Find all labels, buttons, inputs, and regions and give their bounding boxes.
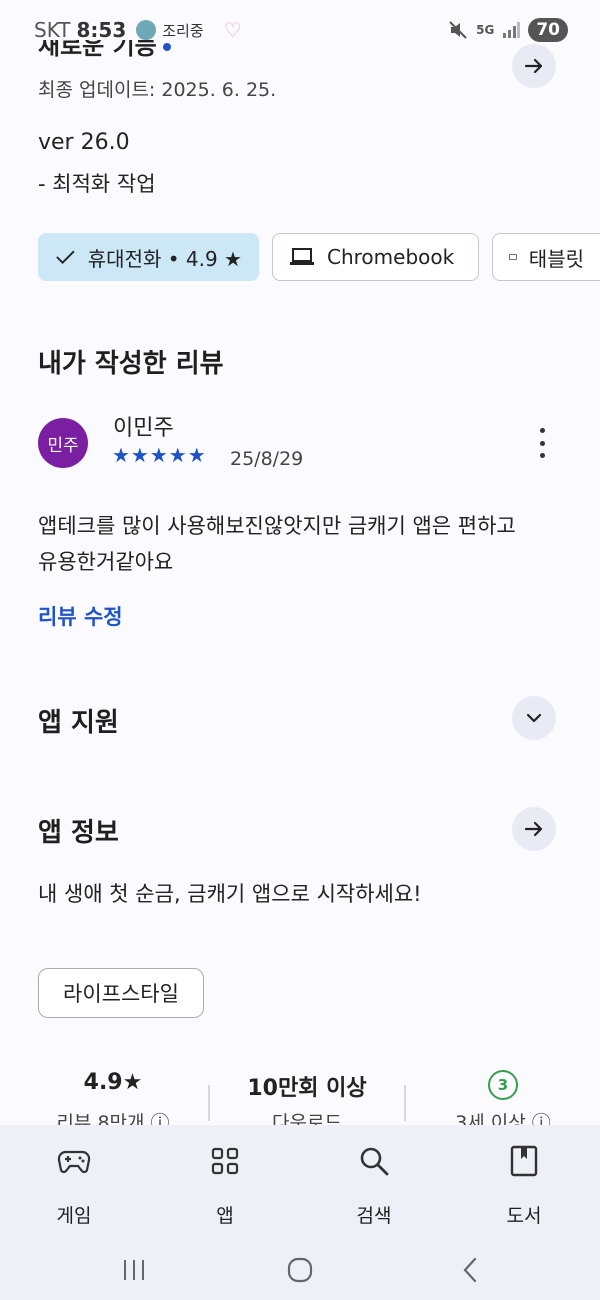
arrow-right-icon [524,821,543,837]
my-review-title: 내가 작성한 리뷰 [38,349,224,379]
chip-phone-label: 휴대전화 • 4.9 ★ [87,246,242,271]
nav-games[interactable]: 게임 [24,1137,124,1228]
cooking-status-text: 조리중 [162,21,204,40]
gamepad-icon [57,1150,91,1174]
laptop-icon [290,248,314,265]
stat-downloads-value: 10만회 이상 [247,1076,367,1101]
app-support-title: 앱 지원 [38,708,119,738]
arrow-right-icon [524,58,543,74]
edit-review-link[interactable]: 리뷰 수정 [38,601,123,631]
stat-age-rating[interactable]: 3 3세 이상 ⓘ [418,1070,588,1128]
avatar: 민주 [38,418,88,468]
recent-apps-icon [124,1260,144,1280]
tablet-icon [509,254,517,260]
chevron-down-icon [526,713,542,723]
app-description: 내 생애 첫 순금, 금캐기 앱으로 시작하세요! [38,882,422,906]
version-note: - 최적화 작업 [38,172,156,196]
apps-grid-icon [211,1147,239,1175]
recent-apps-button[interactable] [110,1250,158,1290]
more-options-icon[interactable] [530,428,554,458]
nav-search-label: 검색 [356,1205,392,1227]
bottom-navigation: 게임 앱 검색 도서 [0,1125,600,1300]
stat-downloads: 10만회 이상 다운로드 [222,1070,392,1128]
version-text: ver 26.0 [38,130,130,155]
stat-divider [404,1085,406,1121]
system-navigation-bar [0,1250,600,1290]
star-rating: ★★★★★ [112,443,207,467]
heart-icon: ♡ [223,18,242,42]
nav-books[interactable]: 도서 [474,1137,574,1228]
battery-level: 70 [528,18,568,42]
age-rating-badge: 3 [488,1070,518,1100]
review-text: 앱테크를 많이 사용해보진않앗지만 금캐기 앱은 편하고 유용한거같아요 [38,514,516,574]
nav-books-label: 도서 [506,1205,542,1227]
whats-new-title: 새로운 기능 [38,40,171,64]
search-icon [360,1147,389,1176]
whats-new-arrow-button[interactable] [512,44,556,88]
nav-search[interactable]: 검색 [324,1137,424,1228]
network-type: 5G [476,23,495,37]
new-dot-icon [162,43,171,51]
signal-icon [503,22,521,38]
review-date: 25/8/29 [230,448,304,470]
reviewer-name: 이민주 [113,416,174,441]
book-icon [510,1145,538,1177]
app-info-title: 앱 정보 [38,818,119,848]
home-icon [287,1257,313,1283]
cooking-status-icon [136,20,157,40]
nav-apps[interactable]: 앱 [175,1137,275,1228]
stat-rating[interactable]: 4.9★ 리뷰 8만개 ⓘ [38,1070,188,1128]
whats-new-title-text: 새로운 기능 [38,40,157,60]
chip-tablet[interactable]: 태블릿 [492,233,600,281]
nav-games-label: 게임 [56,1205,92,1227]
check-icon [56,250,75,265]
home-button[interactable] [276,1250,324,1290]
last-updated: 최종 업데이트: 2025. 6. 25. [38,79,277,101]
category-chip[interactable]: 라이프스타일 [38,968,204,1018]
nav-apps-label: 앱 [216,1205,234,1227]
chip-tablet-label: 태블릿 [528,246,584,271]
chip-phone[interactable]: 휴대전화 • 4.9 ★ [38,233,259,281]
stat-rating-value: 4.9★ [83,1070,143,1095]
mute-icon [449,21,467,39]
stat-divider [208,1085,210,1121]
back-icon [463,1257,477,1283]
chip-chromebook[interactable]: Chromebook [272,233,479,281]
back-button[interactable] [446,1250,494,1290]
app-support-expand-button[interactable] [512,696,556,740]
carrier-label: SKT [34,18,71,42]
status-time: 8:53 [76,18,127,42]
chip-chromebook-label: Chromebook [327,245,455,269]
app-info-arrow-button[interactable] [512,807,556,851]
